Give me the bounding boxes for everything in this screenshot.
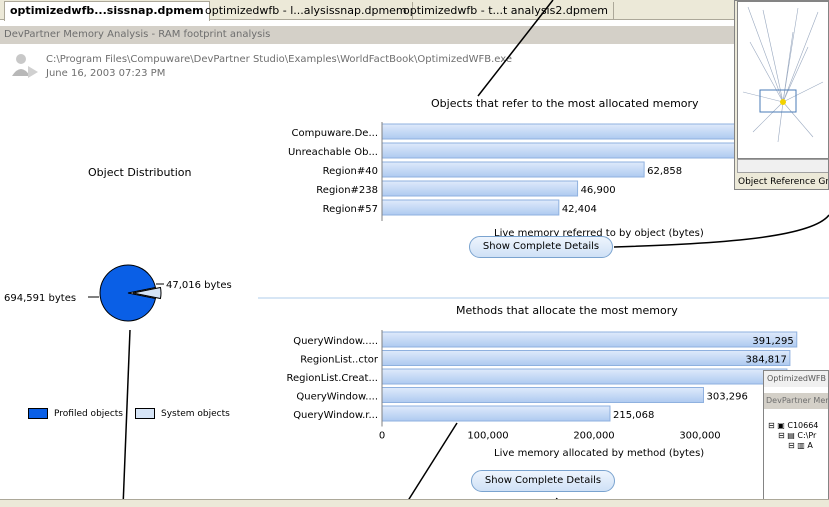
callout-line bbox=[122, 329, 131, 507]
snapshot-date: June 16, 2003 07:23 PM bbox=[46, 68, 166, 79]
document-tab-bar: optimizedwfb...sissnap.dpmem optimizedwf… bbox=[0, 0, 829, 21]
legend-system: System objects bbox=[135, 408, 230, 419]
bar[interactable] bbox=[381, 387, 704, 403]
file-path: C:\Program Files\Compuware\DevPartner St… bbox=[46, 54, 513, 65]
chart2-xlabel: Live memory allocated by method (bytes) bbox=[494, 448, 705, 459]
bar-value-label: 62,858 bbox=[647, 166, 682, 177]
tree-window-subtitle: DevPartner Memo bbox=[764, 393, 828, 409]
bar-value-label: 303,296 bbox=[706, 392, 747, 403]
legend-label-profiled: Profiled objects bbox=[54, 409, 123, 419]
tree-node[interactable]: ⊟ ▥ A bbox=[788, 441, 813, 450]
section-divider bbox=[258, 297, 829, 299]
bar[interactable] bbox=[381, 161, 645, 178]
bar[interactable] bbox=[381, 405, 611, 422]
legend-swatch-profiled bbox=[28, 408, 48, 419]
bar-category-label: RegionList..ctor bbox=[300, 355, 379, 366]
bar-category-label: QueryWindow.r... bbox=[293, 410, 378, 421]
bar-value-label: 384,817 bbox=[746, 355, 787, 366]
tree-window-title: OptimizedWFB - bbox=[764, 371, 828, 387]
tree-node-label: C10664 bbox=[787, 421, 819, 430]
tree-node[interactable]: ⊟ ▣ C10664 bbox=[768, 421, 818, 430]
bar[interactable] bbox=[381, 368, 788, 385]
chart1-title: Objects that refer to the most allocated… bbox=[431, 97, 699, 110]
bar[interactable] bbox=[381, 199, 560, 216]
bar-value-label: 42,404 bbox=[562, 204, 597, 215]
graph-window-label: Object Reference Graph bbox=[738, 177, 829, 187]
tree-node[interactable]: ⊟ ▤ C:\Pr bbox=[778, 431, 816, 440]
bar-category-label: RegionList.Creat... bbox=[286, 373, 378, 384]
legend-label-system: System objects bbox=[161, 409, 230, 419]
bar[interactable] bbox=[381, 350, 791, 366]
tree-window: OptimizedWFB - DevPartner Memo ⊟ ▣ C1066… bbox=[763, 370, 829, 507]
tab-optimizedwfb-alysissnap[interactable]: optimizedwfb - l...alysissnap.dpmem bbox=[200, 2, 413, 20]
view-subtitle: DevPartner Memory Analysis - RAM footpri… bbox=[0, 26, 740, 44]
bar[interactable] bbox=[381, 142, 746, 159]
graph-canvas[interactable] bbox=[737, 1, 828, 159]
x-tick-label: 200,000 bbox=[573, 431, 614, 442]
bar-value-label: 215,068 bbox=[613, 410, 654, 421]
object-distribution-pie: 694,591 bytes 47,016 bytes bbox=[4, 264, 232, 322]
x-tick-label: 300,000 bbox=[679, 431, 720, 442]
pie-label-system: 47,016 bytes bbox=[166, 280, 232, 291]
tab-optimizedwfb-sissnap[interactable]: optimizedwfb...sissnap.dpmem bbox=[4, 1, 210, 21]
pie-label-profiled: 694,591 bytes bbox=[4, 293, 76, 304]
bar-category-label: Region#57 bbox=[323, 204, 378, 215]
chart2-title: Methods that allocate the most memory bbox=[456, 304, 678, 317]
bar-category-label: Compuware.De... bbox=[292, 128, 378, 139]
bar-value-label: 46,900 bbox=[581, 185, 616, 196]
graph-horizontal-scrollbar[interactable] bbox=[737, 159, 828, 173]
show-complete-details-button-1[interactable]: Show Complete Details bbox=[469, 236, 613, 258]
bar-category-label: Region#238 bbox=[316, 185, 378, 196]
x-tick-label: 0 bbox=[379, 431, 385, 442]
bar[interactable] bbox=[381, 180, 579, 197]
show-complete-details-button-2[interactable]: Show Complete Details bbox=[471, 470, 615, 492]
tab-optimizedwfb-analysis2[interactable]: optimizedwfb - t...t analysis2.dpmem bbox=[398, 2, 614, 20]
bar-category-label: QueryWindow.... bbox=[296, 392, 378, 403]
bar-category-label: Region#40 bbox=[323, 166, 378, 177]
user-icon bbox=[10, 52, 40, 82]
x-tick-label: 100,000 bbox=[467, 431, 508, 442]
legend-profiled: Profiled objects bbox=[28, 408, 123, 419]
object-reference-graph-window: Object Reference Graph bbox=[734, 0, 829, 190]
tree-node-label: A bbox=[807, 441, 813, 450]
bar-value-label: 391,295 bbox=[752, 336, 793, 347]
status-strip bbox=[0, 499, 829, 507]
bar-category-label: QueryWindow..... bbox=[293, 336, 378, 347]
bar-category-label: Unreachable Ob... bbox=[288, 147, 378, 158]
methods-memory-chart: QueryWindow..... 391,295 RegionList..ctor 3… bbox=[286, 330, 809, 442]
bar[interactable] bbox=[381, 331, 798, 348]
object-distribution-title: Object Distribution bbox=[88, 166, 192, 179]
tree-node-label: C:\Pr bbox=[797, 431, 817, 440]
legend-swatch-system bbox=[135, 408, 155, 419]
